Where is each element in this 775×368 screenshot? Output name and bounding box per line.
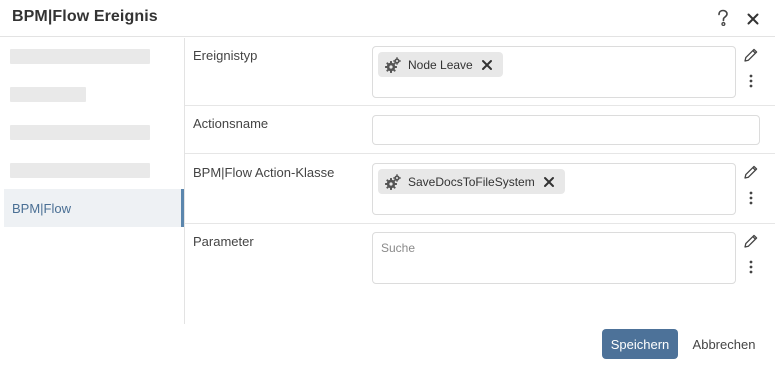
search-placeholder: Suche (381, 241, 416, 255)
more-button[interactable] (742, 258, 760, 276)
chip-label: Node Leave (408, 57, 473, 72)
dialog-header: BPM|Flow Ereignis (0, 0, 775, 37)
parameter-search-field[interactable]: Suche (372, 232, 736, 284)
label-parameter: Parameter (193, 234, 254, 249)
actionsname-input[interactable] (372, 115, 760, 145)
chip-label: SaveDocsToFileSystem (408, 174, 535, 189)
label-action-klasse: BPM|Flow Action-Klasse (193, 165, 335, 180)
cancel-button[interactable]: Abbrechen (684, 329, 764, 359)
sidebar-placeholder (10, 87, 86, 102)
label-actionsname: Actionsname (193, 116, 269, 131)
row-actionsname: Actionsname (185, 106, 775, 154)
more-button[interactable] (742, 72, 760, 90)
more-vertical-icon (749, 260, 753, 274)
row-ereignistyp: Ereignistyp Node Leave (185, 38, 775, 106)
label-ereignistyp: Ereignistyp (193, 48, 258, 63)
gear-icon (384, 56, 402, 74)
close-button[interactable] (743, 9, 763, 29)
more-button[interactable] (742, 189, 760, 207)
row-action-klasse: BPM|Flow Action-Klasse SaveDocsToFileSys… (185, 154, 775, 224)
remove-icon[interactable] (481, 59, 493, 71)
sidebar-placeholder (10, 163, 150, 178)
gear-icon (384, 173, 402, 191)
row-parameter: Parameter Suche (185, 224, 775, 324)
more-vertical-icon (749, 74, 753, 88)
sidebar-placeholder (10, 49, 150, 64)
save-button[interactable]: Speichern (602, 329, 678, 359)
chip-node-leave: Node Leave (378, 52, 503, 77)
sidebar: BPM|Flow (0, 38, 185, 324)
help-icon (718, 9, 728, 27)
sidebar-item-bpm-flow[interactable]: BPM|Flow (4, 189, 184, 227)
pencil-icon (744, 234, 758, 248)
dialog-title: BPM|Flow Ereignis (12, 8, 158, 25)
sidebar-placeholder (10, 125, 150, 140)
edit-button[interactable] (742, 232, 760, 250)
action-klasse-field[interactable]: SaveDocsToFileSystem (372, 163, 736, 215)
chip-save-docs: SaveDocsToFileSystem (378, 169, 565, 194)
edit-button[interactable] (742, 163, 760, 181)
ereignistyp-field[interactable]: Node Leave (372, 46, 736, 98)
bpm-flow-dialog: BPM|Flow Ereignis BPM|Flow Ereignistyp N… (0, 0, 775, 368)
pencil-icon (744, 165, 758, 179)
pencil-icon (744, 48, 758, 62)
remove-icon[interactable] (543, 176, 555, 188)
close-icon (747, 13, 759, 25)
sidebar-item-label: BPM|Flow (12, 201, 71, 216)
help-button[interactable] (713, 8, 733, 28)
more-vertical-icon (749, 191, 753, 205)
edit-button[interactable] (742, 46, 760, 64)
